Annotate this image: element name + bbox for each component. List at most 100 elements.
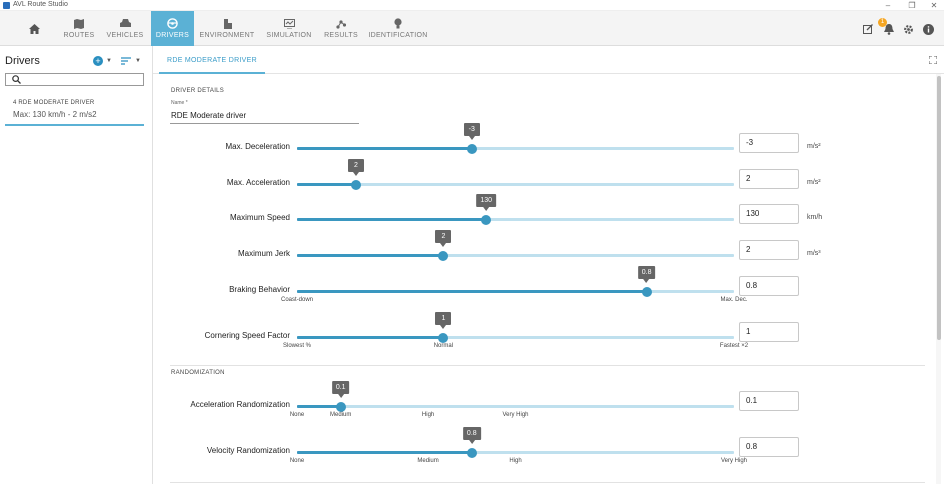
home-icon: [28, 23, 40, 34]
slider-label-max-acceleration: Max. Acceleration: [226, 178, 290, 187]
value-input-max-deceleration[interactable]: -3: [739, 133, 799, 153]
slider-tick-label: None: [289, 412, 305, 418]
slider-value-tooltip: 0.8: [637, 266, 656, 283]
slider-tick-label: High: [421, 412, 435, 418]
slider-thumb[interactable]: [466, 447, 477, 458]
info-icon[interactable]: [923, 24, 934, 35]
tab-results-label: RESULTS: [324, 32, 358, 39]
slider-tick-label: Slowest %: [282, 343, 312, 349]
slider-tick-label: None: [289, 458, 305, 464]
search-icon: [12, 75, 21, 84]
slider-acceleration-randomization[interactable]: 0.1 None Medium High Very High: [290, 381, 734, 418]
slider-value-tooltip: 0.1: [331, 381, 350, 398]
slider-thumb[interactable]: [466, 143, 477, 154]
value-input-max-acceleration[interactable]: 2: [739, 169, 799, 189]
slider-tick-label: Max. Dec.: [720, 297, 748, 303]
slider-thumb[interactable]: [438, 332, 449, 343]
tab-identification[interactable]: IDENTIFICATION: [368, 11, 428, 46]
drivers-sidebar: Drivers + ▼ ▼ 4 RDE MODERATE DRIVER Max:…: [0, 46, 153, 484]
name-field-label: Name *: [171, 100, 188, 106]
tab-results[interactable]: RESULTS: [323, 11, 359, 46]
slider-tick-label: Normal: [433, 343, 454, 349]
slider-maximum-jerk[interactable]: 2: [297, 230, 734, 261]
driver-details-heading: DRIVER DETAILS: [171, 88, 225, 94]
slider-fill: [297, 451, 472, 454]
slider-max-deceleration[interactable]: -3: [297, 123, 734, 154]
tab-drivers[interactable]: DRIVERS: [151, 11, 194, 46]
driver-item-subtitle: Max: 130 km/h - 2 m/s2: [13, 110, 97, 119]
minimize-icon[interactable]: –: [878, 0, 898, 11]
slider-value-tooltip: 2: [347, 159, 364, 176]
scrollbar-thumb[interactable]: [937, 76, 941, 340]
main-tab-strip: RDE MODERATE DRIVER: [153, 46, 944, 74]
slider-label-braking-behavior: Braking Behavior: [229, 285, 290, 294]
slider-label-cornering-speed-factor: Cornering Speed Factor: [204, 331, 290, 340]
slider-fill: [297, 254, 444, 257]
slider-value-tooltip: 130: [476, 194, 497, 211]
randomization-heading: RANDOMIZATION: [171, 370, 225, 376]
slider-braking-behavior[interactable]: 0.8 Coast-down Max. Dec.: [281, 266, 748, 303]
slider-velocity-randomization[interactable]: 0.8 None Medium High Very High: [290, 427, 747, 464]
slider-tick-label: Fastest ×2: [719, 343, 749, 349]
notification-badge: 1: [878, 18, 887, 27]
slider-value-tooltip: 1: [435, 312, 452, 329]
tab-driver-detail[interactable]: RDE MODERATE DRIVER: [159, 46, 265, 74]
slider-fill: [297, 405, 341, 408]
slider-thumb[interactable]: [350, 179, 361, 190]
add-dropdown-caret-icon[interactable]: ▼: [106, 58, 112, 64]
slider-fill: [297, 336, 444, 339]
window-title: AVL Route Studio: [13, 1, 68, 8]
slider-value-tooltip: 2: [435, 230, 452, 247]
value-input-cornering-speed-factor[interactable]: 1: [739, 322, 799, 342]
value-input-velocity-randomization[interactable]: 0.8: [739, 437, 799, 457]
sidebar-title: Drivers: [5, 55, 40, 67]
tab-environment[interactable]: ENVIRONMENT: [199, 11, 255, 46]
slider-thumb[interactable]: [641, 286, 652, 297]
restore-icon[interactable]: ❐: [902, 0, 922, 11]
tab-drivers-label: DRIVERS: [155, 32, 190, 39]
add-driver-button[interactable]: +: [93, 56, 103, 66]
edit-icon[interactable]: [863, 24, 873, 34]
tab-routes-label: ROUTES: [63, 32, 95, 39]
tab-vehicles[interactable]: VEHICLES: [103, 11, 147, 46]
value-input-maximum-speed[interactable]: 130: [739, 204, 799, 224]
tab-environment-label: ENVIRONMENT: [199, 32, 255, 39]
slider-thumb[interactable]: [335, 401, 346, 412]
slider-thumb[interactable]: [481, 214, 492, 225]
close-icon[interactable]: ✕: [924, 0, 944, 11]
driver-item-title: 4 RDE MODERATE DRIVER: [13, 100, 95, 106]
slider-fill: [297, 183, 356, 186]
value-input-acceleration-randomization[interactable]: 0.1: [739, 391, 799, 411]
slider-cornering-speed-factor[interactable]: 1 Slowest % Normal Fastest ×2: [283, 312, 748, 349]
section-divider: [170, 365, 925, 366]
slider-tick-label: Medium: [330, 412, 352, 418]
slider-value-tooltip: 0.8: [462, 427, 481, 444]
value-input-maximum-jerk[interactable]: 2: [739, 240, 799, 260]
top-navigation: ROUTES VEHICLES DRIVERS ENVIRONMENT SIMU…: [0, 11, 944, 46]
driver-search-input[interactable]: [5, 73, 144, 86]
results-icon: [335, 18, 347, 29]
driver-name-field[interactable]: RDE Moderate driver: [170, 110, 359, 124]
slider-max-acceleration[interactable]: 2: [297, 159, 734, 190]
sidebar-item-driver[interactable]: 4 RDE MODERATE DRIVER Max: 130 km/h - 2 …: [5, 98, 144, 126]
slider-tick-label: Medium: [417, 458, 439, 464]
environment-icon: [221, 18, 233, 29]
tab-identification-label: IDENTIFICATION: [368, 32, 428, 39]
slider-label-max-deceleration: Max. Deceleration: [225, 142, 290, 151]
sort-dropdown-caret-icon[interactable]: ▼: [135, 58, 141, 64]
slider-thumb[interactable]: [438, 250, 449, 261]
home-button[interactable]: [22, 11, 46, 46]
sort-icon[interactable]: [121, 56, 131, 66]
slider-fill: [297, 147, 472, 150]
slider-maximum-speed[interactable]: 130: [297, 194, 734, 225]
value-input-braking-behavior[interactable]: 0.8: [739, 276, 799, 296]
lightbulb-icon: [392, 18, 404, 29]
tab-routes[interactable]: ROUTES: [60, 11, 98, 46]
tab-simulation[interactable]: SIMULATION: [265, 11, 313, 46]
app-logo-icon: [3, 2, 10, 9]
gear-icon[interactable]: [903, 24, 914, 35]
unit-label: km/h: [807, 214, 823, 221]
slider-label-acceleration-randomization: Acceleration Randomization: [190, 400, 290, 409]
tab-vehicles-label: VEHICLES: [106, 32, 144, 39]
fullscreen-icon[interactable]: [929, 56, 937, 64]
